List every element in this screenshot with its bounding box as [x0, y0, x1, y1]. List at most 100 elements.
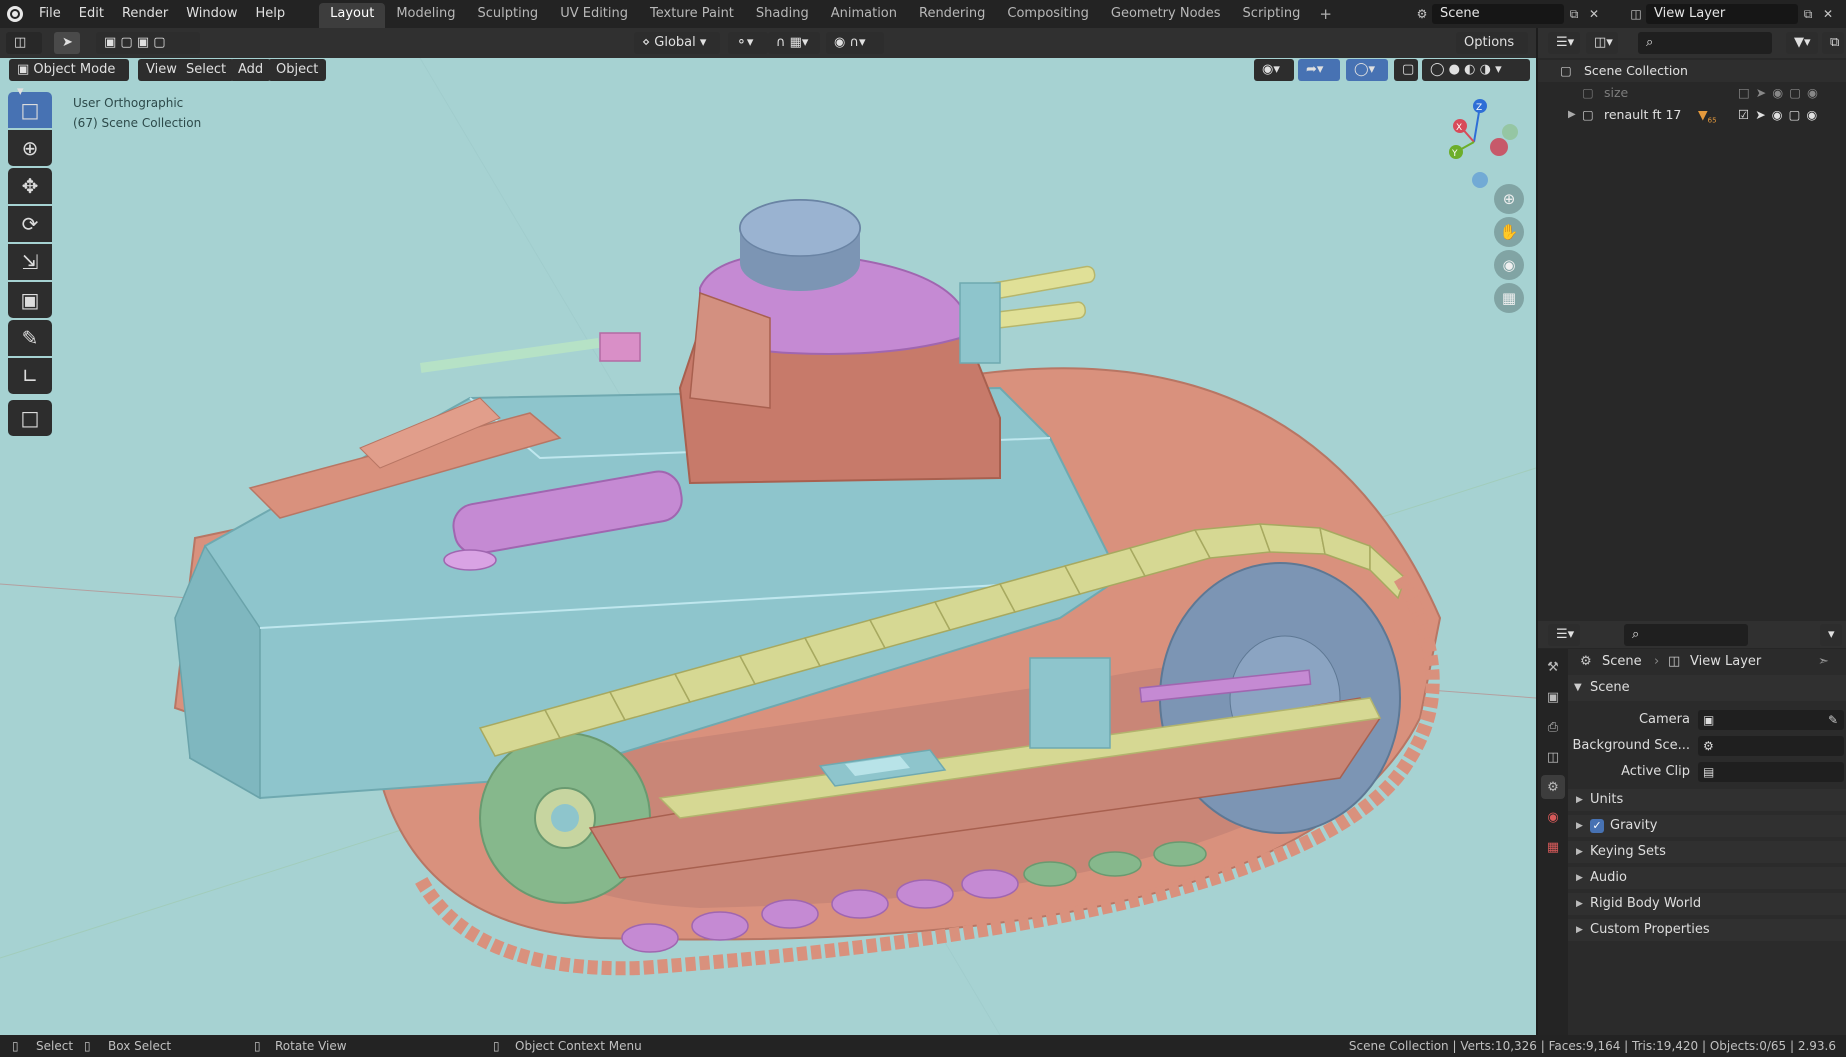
transform-orientation-dropdown[interactable]: ⋄ Global ▾ [634, 32, 720, 54]
shading-modes[interactable]: ◯ ● ◐ ◑ ▾ [1422, 59, 1530, 81]
status-select: Select [36, 1039, 74, 1053]
view-layer-field[interactable]: View Layer [1646, 4, 1798, 24]
breadcrumb-view-layer[interactable]: View Layer [1690, 649, 1761, 675]
units-section[interactable]: ▶ Units [1568, 789, 1846, 811]
outliner-root-row[interactable]: ▢ Scene Collection [1538, 60, 1846, 82]
gizmo-toggle-icon[interactable]: ➦▾ [1298, 59, 1340, 81]
snap-icon[interactable]: ∩ ▦▾ [768, 32, 820, 54]
outliner-search-input[interactable]: ⌕ [1638, 32, 1772, 54]
camera-view-icon[interactable]: ◉ [1494, 250, 1524, 280]
tab-geometry-nodes[interactable]: Geometry Nodes [1100, 3, 1232, 28]
tab-rendering[interactable]: Rendering [908, 3, 996, 28]
output-tab-icon[interactable]: ⎙ [1541, 715, 1565, 739]
tank-model-render[interactable] [0, 58, 1536, 1035]
rigid-body-world-section[interactable]: ▶ Rigid Body World [1568, 893, 1846, 915]
delete-scene-icon[interactable]: ✕ [1584, 4, 1604, 24]
tab-modeling[interactable]: Modeling [385, 3, 466, 28]
view-layer-selector: ◫ View Layer ⧉ ✕ [1626, 3, 1842, 25]
menu-window[interactable]: Window [177, 0, 246, 28]
properties-search-input[interactable]: ⌕ [1624, 624, 1748, 646]
navigation-gizmo[interactable]: Z X Y [1432, 94, 1522, 194]
move-tool-icon[interactable]: ✥ [8, 168, 52, 204]
filter-icon[interactable]: ▼▾ [1786, 32, 1818, 54]
active-clip-field[interactable]: ▤ [1698, 762, 1844, 782]
tab-sculpting[interactable]: Sculpting [466, 3, 549, 28]
tab-scripting[interactable]: Scripting [1232, 3, 1312, 28]
menu-render[interactable]: Render [113, 0, 177, 28]
pivot-point-icon[interactable]: ⚬▾ [728, 32, 768, 54]
audio-section[interactable]: ▶ Audio [1568, 867, 1846, 889]
scene-name-field[interactable]: Scene [1432, 4, 1564, 24]
render-tab-icon[interactable]: ▣ [1541, 685, 1565, 709]
editor-type-icon[interactable]: ◫ [6, 32, 42, 54]
breadcrumb-scene[interactable]: Scene [1602, 649, 1642, 675]
keying-sets-section[interactable]: ▶ Keying Sets [1568, 841, 1846, 863]
scene-icon[interactable]: ⚙ [1412, 4, 1432, 24]
tab-shading[interactable]: Shading [745, 3, 820, 28]
add-cube-tool-icon[interactable]: □ [8, 400, 52, 436]
scene-panel-header[interactable]: ▼ Scene [1568, 675, 1846, 701]
outliner-row-renault[interactable]: ▶ ▢ renault ft 17 ▼65 ☑➤◉▢◉ [1538, 104, 1846, 126]
expand-arrow-icon[interactable]: ▶ [1568, 104, 1576, 126]
background-scene-field[interactable]: ⚙ [1698, 736, 1844, 756]
view-layer-icon[interactable]: ◫ [1626, 4, 1646, 24]
tab-compositing[interactable]: Compositing [996, 3, 1100, 28]
proportional-editing-icon[interactable]: ◉ ∩▾ [826, 32, 884, 54]
rotate-tool-icon[interactable]: ⟳ [8, 206, 52, 242]
3d-viewport[interactable]: User Orthographic (67) Scene Collection … [0, 58, 1536, 1035]
tool-tab-icon[interactable]: ⚒ [1541, 655, 1565, 679]
tab-texture-paint[interactable]: Texture Paint [639, 3, 745, 28]
cursor-tool-icon[interactable]: ⊕ [8, 130, 52, 166]
select-menu[interactable]: Select [178, 59, 235, 81]
delete-view-layer-icon[interactable]: ✕ [1818, 4, 1838, 24]
pan-hand-icon[interactable]: ✋ [1494, 217, 1524, 247]
outliner-row-size[interactable]: ▢ size □➤◉▢◉ [1538, 82, 1846, 104]
gravity-section[interactable]: ▶ ✓ Gravity [1568, 815, 1846, 837]
custom-properties-section[interactable]: ▶ Custom Properties [1568, 919, 1846, 941]
select-tool-icon[interactable]: ➤ [54, 32, 80, 54]
properties-editor-type-icon[interactable]: ☰▾ [1548, 624, 1580, 646]
display-mode-icon[interactable]: ◫▾ [1586, 32, 1618, 54]
new-collection-icon[interactable]: ⧉ [1822, 32, 1844, 54]
menu-file[interactable]: File [30, 0, 70, 28]
camera-field[interactable]: ▣ ✎ [1698, 710, 1844, 730]
selection-mode-buttons[interactable]: ▣ ▢ ▣ ▢ [96, 32, 200, 54]
visibility-icon[interactable]: ◉▾ [1254, 59, 1294, 81]
add-workspace-button[interactable]: + [1311, 0, 1340, 28]
properties-options-icon[interactable]: ▾ [1820, 624, 1842, 646]
eyedropper-icon[interactable]: ✎ [1828, 709, 1838, 731]
mode-dropdown[interactable]: ▣ Object Mode ▾ [9, 59, 129, 99]
world-tab-icon[interactable]: ◉ [1541, 805, 1565, 829]
zoom-icon[interactable]: ⊕ [1494, 184, 1524, 214]
row-toggles[interactable]: □➤◉▢◉ [1738, 82, 1824, 104]
add-menu[interactable]: Add [230, 59, 272, 81]
overlay-toggle-icon[interactable]: ◯▾ [1346, 59, 1388, 81]
menu-edit[interactable]: Edit [70, 0, 113, 28]
tab-layout[interactable]: Layout [319, 3, 386, 28]
xray-icon[interactable]: ▢ [1394, 59, 1418, 81]
scene-tab-icon[interactable]: ⚙ [1541, 775, 1565, 799]
measure-tool-icon[interactable]: ∟ [8, 358, 52, 394]
background-scene-row: Background Sce... ⚙ [1568, 735, 1846, 757]
texture-tab-icon[interactable]: ▦ [1541, 835, 1565, 859]
menu-help[interactable]: Help [247, 0, 295, 28]
blender-logo-icon[interactable] [0, 0, 30, 28]
options-dropdown[interactable]: Options ▾ [1456, 32, 1528, 72]
orthographic-grid-icon[interactable]: ▦ [1494, 283, 1524, 313]
outliner-editor-type-icon[interactable]: ☰▾ [1548, 32, 1580, 54]
view-layer-tab-icon[interactable]: ◫ [1541, 745, 1565, 769]
transform-tool-icon[interactable]: ▣ [8, 282, 52, 318]
new-view-layer-icon[interactable]: ⧉ [1798, 4, 1818, 24]
tab-uv-editing[interactable]: UV Editing [549, 3, 639, 28]
active-clip-row: Active Clip ▤ [1568, 761, 1846, 783]
row-toggles[interactable]: ☑➤◉▢◉ [1738, 104, 1823, 126]
object-menu[interactable]: Object [268, 59, 327, 81]
select-box-tool-icon[interactable]: □ [8, 92, 52, 128]
tab-animation[interactable]: Animation [820, 3, 908, 28]
properties-panel: ☰▾ ⌕ ▾ ⚒ ▣ ⎙ ◫ ⚙ ◉ ▦ ⚙ Scene › ◫ View La… [1538, 621, 1846, 1035]
scale-tool-icon[interactable]: ⇲ [8, 244, 52, 280]
annotate-tool-icon[interactable]: ✎ [8, 320, 52, 356]
new-scene-icon[interactable]: ⧉ [1564, 4, 1584, 24]
pin-icon[interactable]: ➣ [1818, 649, 1829, 675]
gravity-checkbox[interactable]: ✓ [1590, 819, 1604, 833]
